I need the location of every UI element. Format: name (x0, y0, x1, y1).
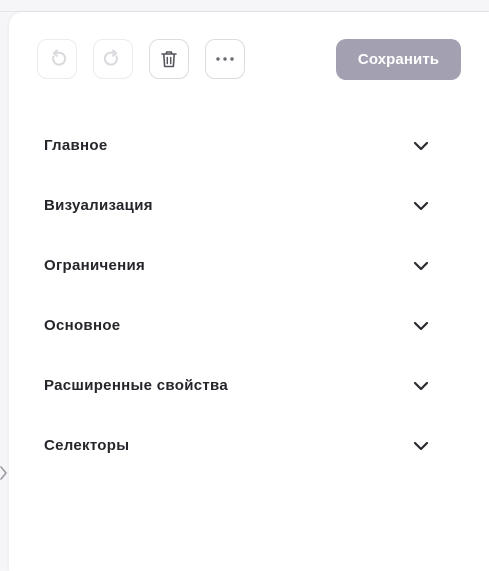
section-label: Расширенные свойства (44, 377, 228, 394)
chevron-down-icon[interactable] (413, 319, 429, 331)
section-label: Главное (44, 137, 108, 154)
chevron-down-icon[interactable] (413, 199, 429, 211)
toolbar: Сохранить (9, 12, 489, 108)
save-button[interactable]: Сохранить (336, 39, 461, 80)
section-visualization[interactable]: Визуализация (9, 176, 489, 236)
undo-button[interactable] (37, 39, 77, 79)
collapse-handle-icon[interactable] (0, 464, 8, 482)
redo-button[interactable] (93, 39, 133, 79)
chevron-down-icon[interactable] (413, 379, 429, 391)
section-label: Ограничения (44, 257, 146, 274)
chevron-down-icon[interactable] (413, 139, 429, 151)
properties-panel: Сохранить Главное Визуализация Ограничен… (9, 12, 489, 571)
accordion-sections: Главное Визуализация Ограничения Основно… (9, 116, 489, 476)
section-main[interactable]: Главное (9, 116, 489, 176)
more-horizontal-icon (215, 56, 235, 62)
trash-icon (160, 49, 178, 69)
chevron-down-icon[interactable] (413, 259, 429, 271)
section-advanced-properties[interactable]: Расширенные свойства (9, 356, 489, 416)
section-label: Визуализация (44, 197, 153, 214)
more-button[interactable] (205, 39, 245, 79)
section-basic[interactable]: Основное (9, 296, 489, 356)
section-label: Основное (44, 317, 121, 334)
delete-button[interactable] (149, 39, 189, 79)
section-selectors[interactable]: Селекторы (9, 416, 489, 476)
redo-icon (103, 49, 123, 69)
chevron-down-icon[interactable] (413, 439, 429, 451)
section-restrictions[interactable]: Ограничения (9, 236, 489, 296)
undo-icon (47, 49, 67, 69)
section-label: Селекторы (44, 437, 130, 454)
